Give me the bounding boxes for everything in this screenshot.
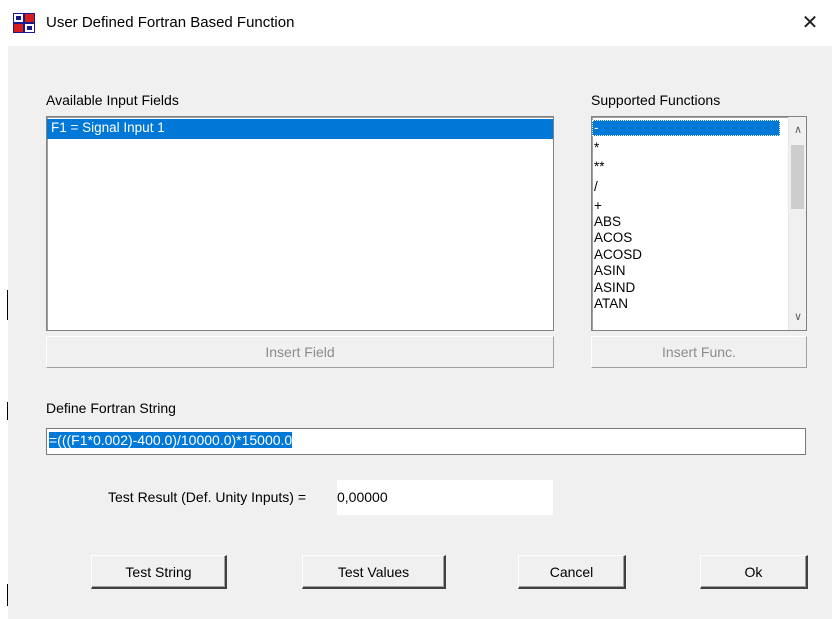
list-item[interactable]: F1 = Signal Input 1 [47, 119, 553, 139]
scroll-down-icon[interactable]: ∨ [789, 308, 806, 326]
list-item[interactable]: ACOSD [592, 247, 780, 263]
input-fields-list[interactable]: F1 = Signal Input 1 [46, 116, 554, 331]
functions-scrollbar[interactable]: ∧ ∨ [788, 117, 806, 330]
list-item[interactable]: + [592, 198, 780, 214]
list-item[interactable]: ACOS [592, 230, 780, 246]
test-result-value: 0,00000 [337, 480, 553, 515]
window-edge-mark [7, 290, 8, 320]
functions-list[interactable]: - * ** / + ABS ACOS ACOSD ASIN ASIND ATA… [591, 116, 807, 331]
input-fields-label: Available Input Fields [46, 92, 179, 108]
scroll-thumb[interactable] [791, 145, 804, 209]
list-item[interactable]: ASIND [592, 280, 780, 296]
fortran-string-input[interactable]: =(((F1*0.002)-400.0)/10000.0)*15000.0 [46, 428, 806, 455]
close-icon[interactable]: ✕ [796, 8, 824, 36]
window-edge-mark [7, 402, 8, 420]
list-item[interactable]: ABS [592, 214, 780, 230]
list-item[interactable]: - [592, 120, 780, 136]
cancel-button[interactable]: Cancel [518, 555, 626, 589]
test-result-label: Test Result (Def. Unity Inputs) = [108, 489, 307, 505]
window-title: User Defined Fortran Based Function [46, 14, 295, 31]
list-item[interactable]: ASIN [592, 263, 780, 279]
list-item[interactable]: ATAN [592, 296, 780, 312]
fortran-string-label: Define Fortran String [46, 400, 176, 416]
app-logo-icon [13, 13, 35, 33]
scroll-up-icon[interactable]: ∧ [789, 121, 806, 139]
functions-label: Supported Functions [591, 92, 721, 108]
test-values-button[interactable]: Test Values [302, 555, 446, 589]
list-item[interactable]: ** [592, 159, 780, 175]
ok-button[interactable]: Ok [700, 555, 808, 589]
window-edge-mark [7, 584, 8, 606]
title-bar: User Defined Fortran Based Function ✕ [0, 0, 832, 46]
fortran-string-value: =(((F1*0.002)-400.0)/10000.0)*15000.0 [49, 432, 293, 448]
list-item[interactable]: / [592, 179, 780, 195]
test-string-button[interactable]: Test String [91, 555, 227, 589]
insert-function-button[interactable]: Insert Func. [591, 336, 807, 368]
insert-field-button[interactable]: Insert Field [46, 336, 554, 368]
list-item[interactable]: * [592, 140, 780, 156]
